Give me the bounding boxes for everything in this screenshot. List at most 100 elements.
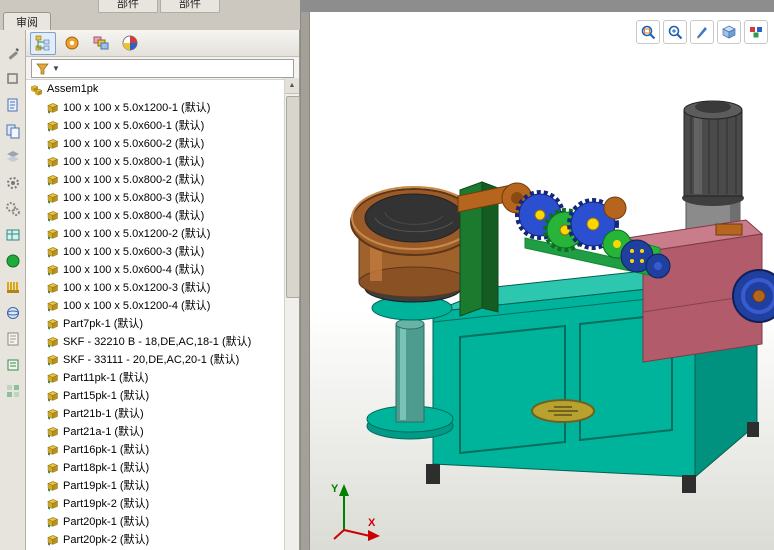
top-toolbar-area: 部件 部件 审阅 — [0, 0, 310, 31]
component-button[interactable]: 部件 — [98, 0, 158, 13]
tree-item-label: 100 x 100 x 5.0x800-1 (默认) — [63, 156, 205, 168]
viewport-top-strip — [300, 0, 774, 12]
tree-item-label: Part15pk-1 (默认) — [63, 390, 150, 402]
copy-icon[interactable] — [4, 122, 22, 140]
featuremanager-tree-icon[interactable] — [30, 31, 56, 55]
tree-root-item[interactable]: Assem1pk — [26, 80, 284, 98]
sphere-icon[interactable] — [4, 304, 22, 322]
tree-item[interactable]: Part19pk-1 (默认) — [26, 476, 284, 494]
part-icon — [47, 534, 59, 546]
tree-item[interactable]: Part15pk-1 (默认) — [26, 386, 284, 404]
display-style-icon[interactable] — [744, 20, 768, 44]
tree-filter-dropdown[interactable]: ▼ — [31, 58, 294, 78]
propertymanager-icon[interactable] — [59, 32, 85, 55]
view-settings-icon[interactable] — [690, 20, 714, 44]
shapes-icon[interactable] — [4, 70, 22, 88]
tree-item[interactable]: SKF - 32210 B - 18,DE,AC,18-1 (默认) — [26, 332, 284, 350]
grid-icon[interactable] — [4, 382, 22, 400]
zoom-to-fit-icon[interactable] — [663, 20, 687, 44]
tree-item[interactable]: 100 x 100 x 5.0x800-2 (默认) — [26, 170, 284, 188]
tree-item[interactable]: Part20pk-2 (默认) — [26, 530, 284, 548]
featuremanager-panel: ▼ Assem1pk 100 x 100 x 5.0x1200-1 (默认) 1… — [26, 30, 300, 550]
gear-icon[interactable] — [4, 174, 22, 192]
coordinate-triad[interactable]: Y X — [328, 478, 386, 544]
pencil-icon[interactable] — [4, 44, 22, 62]
part-icon — [47, 174, 59, 186]
x-axis-label: X — [368, 517, 376, 529]
layers-icon[interactable] — [4, 148, 22, 166]
tab-review-label: 审阅 — [16, 16, 38, 29]
tree-item-label: Part7pk-1 (默认) — [63, 318, 144, 330]
scrollbar-thumb[interactable] — [286, 96, 300, 298]
tree-item[interactable]: Part19pk-2 (默认) — [26, 494, 284, 512]
note-icon[interactable] — [4, 330, 22, 348]
part-icon — [47, 480, 59, 492]
zoom-to-area-icon[interactable] — [636, 20, 660, 44]
tree-item-label: Part19pk-2 (默认) — [63, 498, 150, 510]
tree-item[interactable]: 100 x 100 x 5.0x800-4 (默认) — [26, 206, 284, 224]
tree-item-label: Part21a-1 (默认) — [63, 426, 144, 438]
tree-item-label: SKF - 33111 - 20,DE,AC,20-1 (默认) — [63, 354, 240, 366]
tree-item[interactable]: Part11pk-1 (默认) — [26, 368, 284, 386]
tree-item[interactable]: 100 x 100 x 5.0x800-1 (默认) — [26, 152, 284, 170]
tree-item[interactable]: 100 x 100 x 5.0x800-3 (默认) — [26, 188, 284, 206]
tree-item[interactable]: SKF - 33111 - 20,DE,AC,20-1 (默认) — [26, 350, 284, 368]
tree-item[interactable]: 100 x 100 x 5.0x600-2 (默认) — [26, 134, 284, 152]
part-icon — [47, 210, 59, 222]
gear-train[interactable] — [501, 182, 671, 279]
part-icon — [47, 444, 59, 456]
tree-item[interactable]: 100 x 100 x 5.0x600-4 (默认) — [26, 260, 284, 278]
part-icon — [47, 462, 59, 474]
part-icon — [47, 390, 59, 402]
tree-item-label: 100 x 100 x 5.0x1200-4 (默认) — [63, 300, 211, 312]
part-icon — [47, 192, 59, 204]
scroll-up-arrow-icon[interactable]: ▲ — [285, 78, 299, 94]
tree-item[interactable]: Part21b-1 (默认) — [26, 404, 284, 422]
view-orientation-icon[interactable] — [717, 20, 741, 44]
configurationmanager-icon[interactable] — [88, 32, 114, 55]
document-icon[interactable] — [4, 96, 22, 114]
tree-item[interactable]: 100 x 100 x 5.0x1200-4 (默认) — [26, 296, 284, 314]
memo-icon[interactable] — [4, 356, 22, 374]
tree-item-label: 100 x 100 x 5.0x600-2 (默认) — [63, 138, 205, 150]
tree-item-label: 100 x 100 x 5.0x1200-1 (默认) — [63, 102, 211, 114]
assembly-icon — [30, 84, 43, 95]
record-icon[interactable] — [4, 252, 22, 270]
tree-item-label: 100 x 100 x 5.0x800-2 (默认) — [63, 174, 205, 186]
tree-item[interactable]: Part16pk-1 (默认) — [26, 440, 284, 458]
gears-icon[interactable] — [4, 200, 22, 218]
displaymanager-icon[interactable] — [117, 32, 143, 55]
part-icon — [47, 282, 59, 294]
tree-item[interactable]: Part20pk-1 (默认) — [26, 512, 284, 530]
component-button-label: 部件 — [179, 0, 201, 10]
tree-item-label: Part20pk-2 (默认) — [63, 534, 150, 546]
tree-item[interactable]: 100 x 100 x 5.0x600-1 (默认) — [26, 116, 284, 134]
machine-assembly-render[interactable] — [310, 12, 774, 550]
tree-item[interactable]: Part18pk-1 (默认) — [26, 458, 284, 476]
brush-icon[interactable] — [4, 278, 22, 296]
tree-item[interactable]: 100 x 100 x 5.0x1200-2 (默认) — [26, 224, 284, 242]
part-icon — [47, 264, 59, 276]
part-icon — [47, 318, 59, 330]
tree-item-label: Part21b-1 (默认) — [63, 408, 144, 420]
table-icon[interactable] — [4, 226, 22, 244]
tree-item-label: Part20pk-1 (默认) — [63, 516, 150, 528]
tree-item[interactable]: Part21a-1 (默认) — [26, 422, 284, 440]
pulley-wheel[interactable] — [732, 269, 774, 323]
graphics-viewport[interactable]: Y X — [310, 12, 774, 550]
tree-item-label: 100 x 100 x 5.0x600-4 (默认) — [63, 264, 205, 276]
tab-review[interactable]: 审阅 — [3, 12, 51, 30]
tree-scrollbar[interactable]: ▲ — [284, 78, 300, 550]
tree-item[interactable]: 100 x 100 x 5.0x1200-3 (默认) — [26, 278, 284, 296]
x-axis-arrow — [368, 530, 380, 541]
tree-item[interactable]: 100 x 100 x 5.0x1200-1 (默认) — [26, 98, 284, 116]
component-button[interactable]: 部件 — [160, 0, 220, 13]
y-axis-label: Y — [331, 483, 339, 495]
tree-item-label: 100 x 100 x 5.0x800-3 (默认) — [63, 192, 205, 204]
panel-splitter[interactable] — [300, 12, 310, 550]
motor[interactable] — [682, 100, 744, 235]
tree-item-label: Part19pk-1 (默认) — [63, 480, 150, 492]
part-icon — [47, 156, 59, 168]
tree-item[interactable]: Part7pk-1 (默认) — [26, 314, 284, 332]
tree-item[interactable]: 100 x 100 x 5.0x600-3 (默认) — [26, 242, 284, 260]
